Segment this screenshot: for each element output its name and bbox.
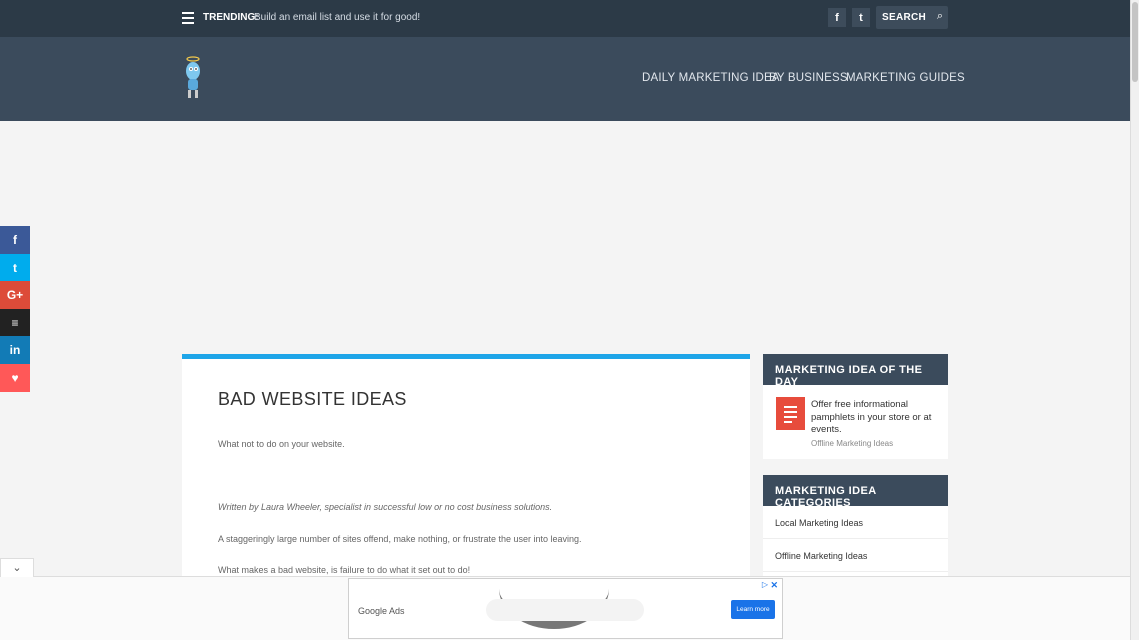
idea-link[interactable]: Offer free informational pamphlets in yo…	[811, 399, 941, 437]
scrollbar-thumb[interactable]	[1132, 2, 1138, 82]
ad-logo: Google Ads	[358, 606, 405, 616]
linkedin-share-icon[interactable]: in	[0, 336, 30, 365]
search-input[interactable]: SEARCH ⌕	[876, 6, 948, 29]
buffer-share-icon[interactable]: ≡	[0, 308, 30, 337]
widget-title: MARKETING IDEA OF THE DAY	[763, 354, 948, 388]
category-item[interactable]: Offline Marketing Ideas	[763, 539, 948, 572]
scrollbar[interactable]	[1130, 0, 1139, 640]
article-byline: Written by Laura Wheeler, specialist in …	[218, 502, 553, 512]
nav-by-business[interactable]: BY BUSINESS	[769, 72, 848, 84]
ad-text-field	[486, 599, 644, 621]
adchoices-icon[interactable]: ▷	[762, 580, 768, 589]
article-subtitle: What not to do on your website.	[218, 439, 345, 449]
category-item[interactable]: Local Marketing Ideas	[763, 506, 948, 539]
document-icon	[776, 397, 805, 430]
article-card: BAD WEBSITE IDEAS What not to do on your…	[182, 354, 750, 584]
twitter-share-icon[interactable]: t	[0, 253, 30, 282]
love-share-icon[interactable]: ♥	[0, 364, 30, 392]
search-icon[interactable]: ⌕	[937, 10, 943, 23]
widget-title: MARKETING IDEA CATEGORIES	[763, 475, 948, 509]
google-plus-share-icon[interactable]: G+	[0, 281, 30, 310]
article-paragraph: A staggeringly large number of sites off…	[218, 534, 582, 544]
ad-banner[interactable]: Google Ads Learn more ▷ ✕	[348, 578, 783, 639]
chevron-down-icon[interactable]: ⌄	[0, 558, 34, 577]
site-logo[interactable]	[183, 56, 203, 100]
trending-link[interactable]: Build an email list and use it for good!	[254, 12, 420, 23]
twitter-icon[interactable]: t	[852, 8, 870, 27]
idea-of-the-day-widget: MARKETING IDEA OF THE DAY Offer free inf…	[763, 354, 948, 459]
page-title: BAD WEBSITE IDEAS	[218, 389, 407, 409]
categories-widget: MARKETING IDEA CATEGORIES Local Marketin…	[763, 475, 948, 576]
close-icon[interactable]: ✕	[770, 580, 778, 591]
article-paragraph: What makes a bad website, is failure to …	[218, 565, 471, 575]
nav-daily-marketing-idea[interactable]: DAILY MARKETING IDEA	[642, 72, 780, 84]
top-bar: TRENDING: Build an email list and use it…	[0, 0, 1130, 37]
facebook-icon[interactable]: f	[828, 8, 846, 27]
ad-learn-more-button[interactable]: Learn more	[731, 600, 775, 619]
search-placeholder: SEARCH	[882, 12, 927, 23]
trending-label: TRENDING:	[203, 12, 259, 23]
menu-icon[interactable]	[182, 12, 194, 24]
idea-category-link[interactable]: Offline Marketing Ideas	[811, 439, 893, 448]
facebook-share-icon[interactable]: f	[0, 226, 30, 254]
nav-marketing-guides[interactable]: MARKETING GUIDES	[846, 72, 965, 84]
